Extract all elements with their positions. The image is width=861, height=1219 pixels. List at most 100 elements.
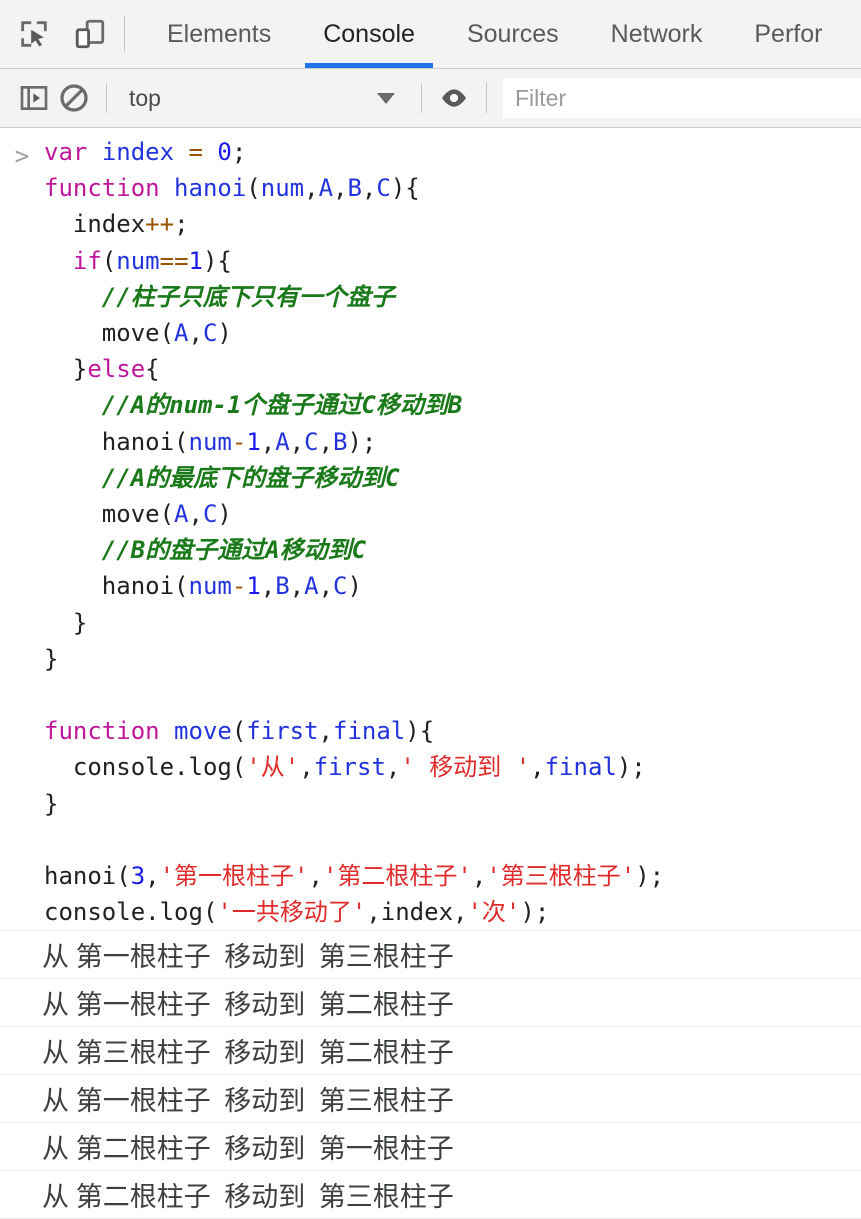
console-output-row[interactable]: 从 第三根柱子 移动到 第二根柱子 — [0, 1026, 861, 1074]
code-token: 1 — [246, 427, 261, 456]
tab-console[interactable]: Console — [297, 0, 441, 68]
code-token: C — [202, 500, 218, 529]
code-token: //柱子只底下只有一个盘子 — [101, 282, 395, 311]
code-token: A — [275, 427, 290, 456]
code-token: ( — [246, 174, 261, 203]
tab-elements[interactable]: Elements — [141, 0, 297, 68]
code-token: var — [44, 138, 88, 166]
code-token: ( — [101, 246, 117, 275]
code-token: ( — [231, 717, 247, 746]
code-token: first — [313, 753, 386, 782]
code-token: , — [318, 572, 334, 601]
code-token: 1 — [188, 246, 203, 275]
execution-context-selector[interactable]: top — [119, 85, 409, 112]
code-token: hanoi — [44, 572, 175, 601]
code-token: - — [231, 572, 247, 601]
code-token: ( — [231, 753, 247, 782]
code-token: ; — [174, 210, 189, 239]
code-token: , — [289, 427, 305, 456]
code-token: C — [202, 319, 218, 348]
code-token: , — [188, 319, 203, 348]
code-token: '第二根柱子' — [322, 862, 472, 891]
code-token: ) — [347, 572, 362, 601]
show-console-sidebar-icon[interactable] — [14, 78, 54, 118]
inspect-element-icon[interactable] — [14, 14, 54, 54]
output-text: 从 第二根柱子 移动到 第三根柱子 — [42, 1182, 454, 1213]
code-token: ){ — [390, 174, 420, 203]
filter-input[interactable] — [503, 78, 861, 118]
console-output-row[interactable]: 从 第一根柱子 移动到 第三根柱子 — [0, 1074, 861, 1122]
code-token: 1 — [246, 572, 261, 601]
code-token: ); — [347, 427, 377, 456]
console-output-row[interactable]: 从 第一根柱子 移动到 第二根柱子 — [0, 978, 861, 1026]
code-token: move — [44, 500, 160, 529]
code-token: index — [101, 138, 175, 166]
code-token: 3 — [130, 862, 146, 891]
console-output-row[interactable]: 从 第二根柱子 移动到 第一根柱子 — [0, 1122, 861, 1170]
output-text: 从 第一根柱子 移动到 第三根柱子 — [42, 1086, 454, 1117]
code-token: , — [289, 572, 305, 601]
chevron-down-icon — [377, 92, 395, 104]
code-token: ( — [174, 572, 189, 601]
code-token: ) — [217, 319, 232, 348]
code-token: == — [159, 246, 189, 275]
code-token: ); — [520, 898, 550, 927]
device-toolbar-icon[interactable] — [70, 14, 110, 54]
code-token: ; — [231, 138, 247, 166]
live-expression-eye-icon[interactable] — [434, 78, 474, 118]
code-token: '一共移动了' — [217, 898, 367, 927]
tab-performance[interactable]: Perfor — [728, 0, 848, 68]
code-token: , — [260, 427, 276, 456]
tab-sources[interactable]: Sources — [441, 0, 585, 68]
console-toolbar: top — [0, 69, 861, 128]
tab-bar-icon-group — [0, 0, 110, 68]
code-token: '从' — [246, 753, 300, 782]
code-token: C — [376, 174, 391, 203]
code-token: index — [44, 210, 146, 239]
code-token: , — [318, 717, 333, 746]
code-token: C — [304, 427, 319, 456]
tab-sources-label: Sources — [466, 19, 559, 48]
code-token: } — [44, 644, 59, 673]
code-token: final — [333, 717, 406, 746]
code-token: } — [44, 608, 88, 637]
code-token: '第三根柱子' — [486, 862, 636, 891]
devtools-window: Elements Console Sources Network Perfor — [0, 0, 861, 1219]
console-toolbar-divider-1 — [106, 83, 107, 113]
code-token: //A的最底下的盘子移动到C — [101, 463, 400, 492]
code-token: ( — [159, 500, 175, 529]
code-token: ( — [159, 319, 175, 348]
code-token: A — [318, 174, 334, 203]
code-token: hanoi — [44, 862, 117, 891]
execution-context-label: top — [129, 84, 161, 111]
console-message-area[interactable]: > var index = 0; function hanoi(num,A,B,… — [0, 128, 861, 1219]
code-token: ( — [116, 862, 131, 891]
devtools-tab-bar: Elements Console Sources Network Perfor — [0, 0, 861, 69]
code-token: ) — [217, 500, 232, 529]
clear-console-icon[interactable] — [54, 78, 94, 118]
code-token: , — [145, 862, 160, 891]
console-output-list: 从 第一根柱子 移动到 第三根柱子从 第一根柱子 移动到 第二根柱子从 第三根柱… — [0, 930, 861, 1219]
code-token: , — [530, 753, 545, 782]
code-token: index — [380, 898, 454, 927]
console-output-row[interactable]: 从 第二根柱子 移动到 第三根柱子 — [0, 1170, 861, 1218]
code-token: ){ — [405, 717, 435, 746]
console-output-row[interactable]: 从 第一根柱子 移动到 第三根柱子 — [0, 930, 861, 978]
code-token: } — [44, 789, 59, 818]
code-token: , — [361, 174, 377, 203]
code-token: '次' — [467, 898, 521, 927]
output-text: 从 第二根柱子 移动到 第一根柱子 — [42, 1134, 454, 1165]
code-token: , — [188, 500, 203, 529]
code-token: hanoi — [44, 427, 175, 456]
tab-network[interactable]: Network — [585, 0, 729, 68]
code-token: num — [188, 572, 232, 601]
code-token: , — [471, 862, 487, 891]
code-token: C — [333, 572, 348, 601]
